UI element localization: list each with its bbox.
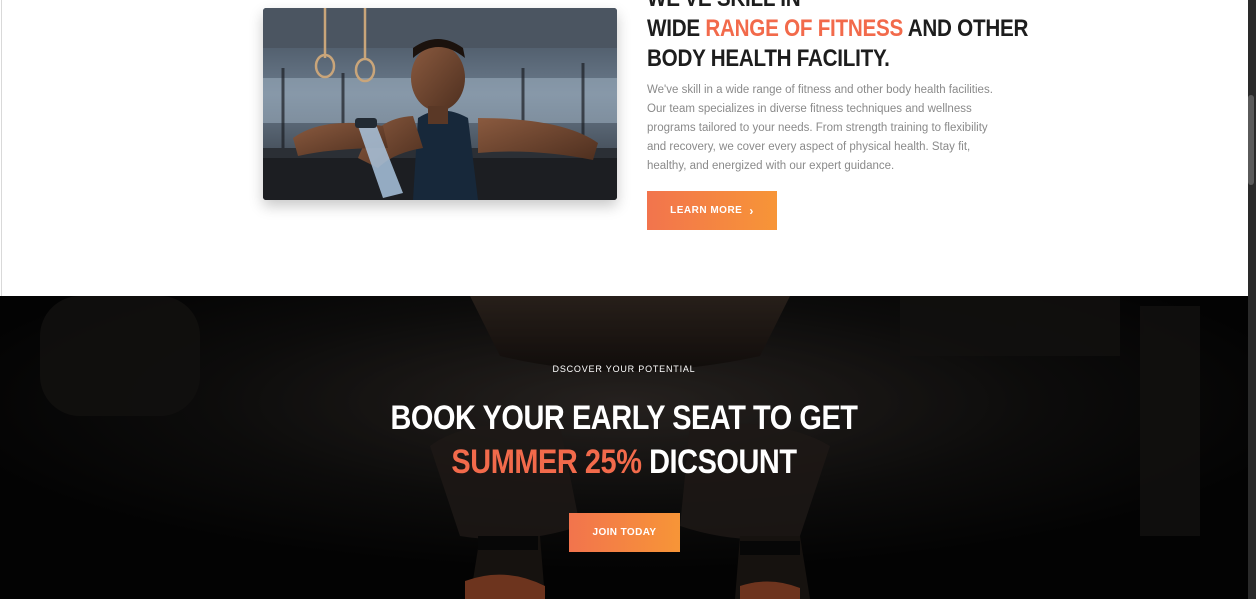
athlete-photo	[263, 8, 617, 200]
learn-more-button[interactable]: LEARN MORE ›	[647, 191, 777, 230]
learn-more-label: LEARN MORE	[670, 205, 743, 216]
about-description: We've skill in a wide range of fitness a…	[647, 84, 993, 172]
headline-suffix: AND OTHER	[903, 15, 1029, 42]
chevron-right-icon: ›	[749, 203, 754, 218]
page-scrollbar[interactable]	[1248, 0, 1256, 599]
cta-title: BOOK YOUR EARLY SEAT TO GET SUMMER 25% D…	[0, 396, 1248, 484]
scrollbar-thumb[interactable]	[1248, 95, 1254, 185]
headline-prefix: WIDE	[647, 15, 706, 42]
cta-title-accent: SUMMER 25%	[451, 443, 642, 481]
headline-line-2: BODY HEALTH FACILITY.	[647, 45, 890, 72]
join-today-button[interactable]: JOIN TODAY	[569, 513, 680, 552]
headline-line-1: WIDE RANGE OF FITNESS AND OTHER	[647, 14, 1028, 44]
cta-title-suffix: DICSOUNT	[641, 443, 797, 481]
cta-title-line-2: SUMMER 25% DICSOUNT	[94, 440, 1155, 484]
headline-accent: RANGE OF FITNESS	[705, 15, 904, 42]
cta-eyebrow: DSCOVER YOUR POTENTIAL	[552, 364, 696, 374]
about-headline: WE'VE SKILL IN WIDE RANGE OF FITNESS AND…	[647, 0, 1028, 74]
cta-title-line-1: BOOK YOUR EARLY SEAT TO GET	[390, 399, 858, 437]
headline-line-0: WE'VE SKILL IN	[647, 0, 1028, 14]
discount-cta-section: DSCOVER YOUR POTENTIAL BOOK YOUR EARLY S…	[0, 296, 1248, 599]
about-section: WE'VE SKILL IN WIDE RANGE OF FITNESS AND…	[1, 0, 1248, 296]
